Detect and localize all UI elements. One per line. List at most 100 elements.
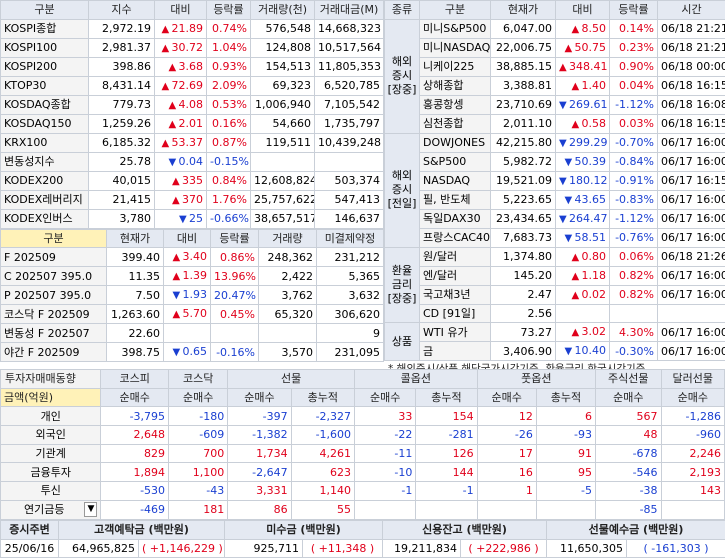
triangle-up-icon: ▲ [161, 42, 170, 54]
triangle-down-icon: ▼ [179, 213, 187, 225]
index-row[interactable]: KTOP30 8,431.14 ▲ 72.69 2.09% 69,323 6,520,785 [0, 75, 384, 96]
flow-row[interactable]: 기관계 829 700 1,734 4,261 -11 126 17 91 -678 2,246 [0, 443, 725, 464]
change-cell: ▲ 370 [154, 189, 207, 210]
deposit-header-cell: 증시주변 [0, 520, 59, 540]
deposit-value: 11,650,305 [546, 538, 628, 559]
derivatives-header-cell: 등락률 [210, 228, 259, 249]
triangle-up-icon: ▲ [172, 309, 181, 321]
rate-cell: 0.45% [210, 304, 259, 325]
flow-row[interactable]: 금융투자 1,894 1,100 -2,647 623 -10 144 16 95 -546 2,1… [0, 462, 725, 483]
global-name: 니케이225 [419, 56, 491, 77]
flow-value: -2,647 [227, 462, 292, 483]
derivative-row[interactable]: F 202509 399.40 ▲ 3.40 0.86% 248,362 231,212 [0, 247, 384, 268]
change-cell: ▼ 180.12 [555, 170, 610, 191]
change-cell [555, 303, 610, 324]
global-price: 73.27 [490, 322, 556, 343]
global-row[interactable]: 금 3,406.90 ▼ 10.40 -0.30% 06/17 16:00 [385, 341, 725, 362]
flow-value: 1,734 [227, 443, 292, 464]
index-row[interactable]: KODEX레버리지 21,415 ▲ 370 1.76% 25,757,622 547,41… [0, 189, 384, 210]
flow-subheader-cell: 순매수 [595, 387, 662, 408]
flow-group-cell: 코스닥 [168, 369, 229, 389]
global-row[interactable]: 해외 증시 [전일] DOWJONES 42,215.80 ▼ 299.29 -0.70%… [384, 132, 725, 248]
global-name: 미니S&P500 [419, 18, 491, 39]
change-value: 3.40 [182, 250, 208, 264]
dropdown-arrow-icon[interactable]: ▼ [84, 502, 98, 518]
change-cell: ▲ 8.50 [555, 18, 610, 39]
flow-value [415, 499, 478, 520]
global-row[interactable]: 해외 증시 [장중] 미니S&P500 6,047.00 ▲ 8.50 0.14% 06/1… [384, 18, 725, 134]
change-cell [163, 323, 211, 344]
flow-value: -43 [168, 481, 229, 501]
derivative-volume: 3,762 [258, 285, 317, 306]
change-value: 43.65 [574, 192, 607, 206]
global-name: S&P500 [419, 151, 491, 172]
change-cell: ▼ 299.29 [555, 132, 610, 153]
global-row[interactable]: 필, 반도체 5,223.65 ▼ 43.65 -0.83% 06/17 16:00 [385, 189, 725, 210]
global-row[interactable]: 국고채3년 2.47 ▲ 0.02 0.82% 06/17 16:00 [385, 284, 725, 305]
triangle-up-icon: ▲ [559, 61, 567, 73]
global-row[interactable]: 엔/달러 145.20 ▲ 1.18 0.82% 06/17 16:00 [385, 265, 725, 286]
change-value: 50.39 [574, 154, 607, 168]
flow-row[interactable]: 개인 -3,795 -180 -397 -2,327 33 154 12 6 567 -1,286 [0, 406, 725, 427]
rate-cell: 13.96% [210, 266, 259, 287]
flow-subheader-cell: 순매수 [476, 387, 537, 408]
flow-row[interactable]: 외국인 2,648 -609 -1,382 -1,600 -22 -281 -26 -93 48-… [0, 425, 725, 445]
flow-value: 6 [535, 406, 597, 427]
global-time: 06/18 21:21 [657, 18, 725, 39]
derivative-open-interest: 3,632 [316, 285, 384, 306]
global-row[interactable]: NASDAQ 19,521.09 ▼ 180.12 -0.91% 06/17 16:15 [385, 170, 725, 191]
global-row[interactable]: 상해종합 3,388.81 ▲ 1.40 0.04% 06/18 16:15 [385, 75, 725, 96]
derivatives-table-header: 구분 현재가 대비 등락률 거래량 미결제약정 [0, 228, 384, 249]
global-row[interactable]: 독일DAX30 23,434.65 ▼ 264.47 -1.12% 06/17 16:00 [385, 208, 725, 229]
global-row[interactable]: 상품 WTI 유가 73.27 ▲ 3.02 4.30% 06/17 16:00 [384, 322, 725, 362]
global-row[interactable]: 홍콩항셍 23,710.69 ▼ 269.61 -1.12% 06/18 16:08 [385, 94, 725, 115]
change-value: 0.58 [581, 116, 607, 130]
flow-value: -1,382 [227, 425, 292, 445]
derivative-row[interactable]: 변동성 F 202507 22.60 9 [0, 323, 384, 344]
index-row[interactable]: KOSPI종합 2,972.19 ▲ 21.89 0.74% 576,548 14,668,… [0, 18, 384, 39]
global-time: 06/18 21:21 [657, 37, 725, 58]
derivative-row[interactable]: 코스닥 F 202509 1,263.60 ▲ 5.70 0.45% 65,320 306,… [0, 304, 384, 325]
index-row[interactable]: KOSPI100 2,981.37 ▲ 30.72 1.04% 124,808 10,517… [0, 37, 384, 58]
flow-group-cell: 콜옵션 [354, 369, 478, 389]
flow-row[interactable]: 투신 -530 -43 3,331 1,140 -1 -1 1 -5 -38 143 [0, 481, 725, 501]
global-row[interactable]: 심천종합 2,011.10 ▲ 0.58 0.03% 06/18 16:15 [385, 113, 725, 134]
index-row[interactable]: KOSPI200 398.86 ▲ 3.68 0.93% 154,513 11,805,35… [0, 56, 384, 77]
global-row[interactable]: 니케이225 38,885.15 ▲ 348.41 0.90% 06/18 00:00 [385, 56, 725, 77]
flow-value: -530 [100, 481, 170, 501]
global-group-label: 상품 [384, 322, 420, 362]
change-value: 50.75 [574, 40, 607, 54]
global-row[interactable]: 프랑스CAC40 7,683.73 ▼ 58.51 -0.76% 06/17 16:00 [385, 227, 725, 248]
index-row[interactable]: KOSDAQ종합 779.73 ▲ 4.08 0.53% 1,006,940 7,105,5… [0, 94, 384, 115]
index-volume [250, 151, 315, 172]
global-row[interactable]: CD [91일] 2.56 [385, 303, 725, 324]
change-cell: ▲ 0.58 [555, 113, 610, 134]
flow-row[interactable]: 연기금등 ▼ -469 181 86 55 -85 [0, 499, 725, 520]
rate-cell: 0.90% [609, 56, 658, 77]
index-value: 3,780 [88, 208, 155, 229]
deposit-change: ( +222,986 ) [460, 538, 548, 559]
deposit-value: 925,711 [224, 538, 303, 559]
global-row[interactable]: 환율 금리 [장중] 원/달러 1,374.80 ▲ 0.80 0.06% 06/18 21… [384, 246, 725, 324]
triangle-down-icon: ▼ [559, 137, 567, 149]
index-row[interactable]: KOSDAQ150 1,259.26 ▲ 2.01 0.16% 54,660 1,735,7… [0, 113, 384, 134]
index-row[interactable]: 변동성지수 25.78 ▼ 0.04 -0.15% [0, 151, 384, 172]
flow-title: 투자자매매동향 [0, 369, 102, 389]
global-name: 원/달러 [419, 246, 491, 267]
index-row[interactable]: KRX100 6,185.32 ▲ 53.37 0.87% 119,511 10,439,2… [0, 132, 384, 153]
index-row[interactable]: KODEX200 40,015 ▲ 335 0.84% 12,608,824 503,374 [0, 170, 384, 191]
derivative-row[interactable]: P 202507 395.0 7.50 ▼ 1.93 20.47% 3,762 3,632 [0, 285, 384, 306]
derivative-row[interactable]: C 202507 395.0 11.35 ▲ 1.39 13.96% 2,422 5,365 [0, 266, 384, 287]
global-row[interactable]: S&P500 5,982.72 ▼ 50.39 -0.84% 06/17 16:00 [385, 151, 725, 172]
change-value: 348.41 [569, 59, 608, 73]
index-value: 6,185.32 [88, 132, 155, 153]
global-row[interactable]: 미니NASDAQ 22,006.75 ▲ 50.75 0.23% 06/18 21:21 [385, 37, 725, 58]
index-header-cell: 대비 [154, 0, 207, 20]
change-cell: ▲ 2.01 [154, 113, 207, 134]
index-row[interactable]: KODEX인버스 3,780 ▼ 25 -0.66% 38,657,517 146,637 [0, 208, 384, 229]
triangle-up-icon: ▲ [571, 118, 580, 130]
triangle-down-icon: ▼ [172, 290, 181, 302]
rate-cell: 2.09% [206, 75, 251, 96]
derivative-row[interactable]: 야간 F 202509 398.75 ▼ 0.65 -0.16% 3,570 231,095 [0, 342, 384, 363]
flow-unit: 금액(억원) [0, 387, 102, 408]
